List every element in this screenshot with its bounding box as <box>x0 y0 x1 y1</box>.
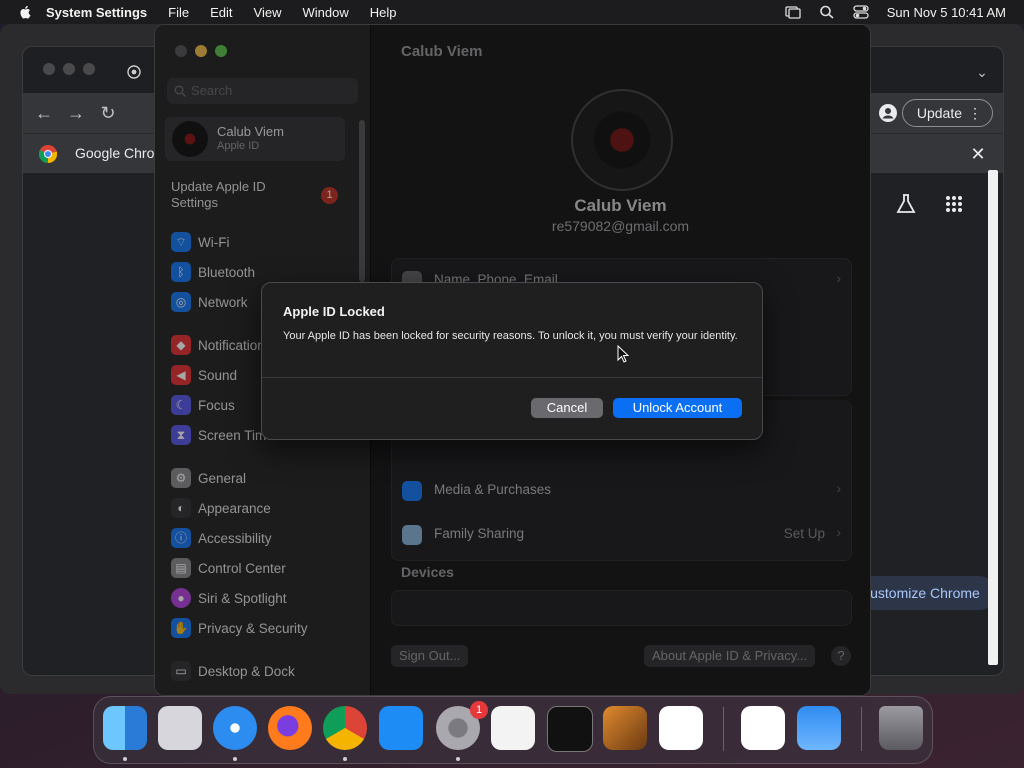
customize-label: Customize Chrome <box>860 585 980 601</box>
running-indicator <box>343 757 347 761</box>
menu-edit[interactable]: Edit <box>210 5 232 20</box>
profile-icon[interactable] <box>879 104 897 122</box>
control-center-icon[interactable] <box>853 5 869 19</box>
menu-app-name[interactable]: System Settings <box>46 5 147 20</box>
chrome-tab-favicon-icon <box>127 65 141 79</box>
back-arrow-icon[interactable]: ← <box>35 104 53 122</box>
menu-window[interactable]: Window <box>302 5 348 20</box>
finder-icon[interactable] <box>103 706 147 750</box>
window-minimize-button[interactable] <box>63 63 75 75</box>
visual-studio-icon[interactable] <box>741 706 785 750</box>
dock-divider <box>723 707 724 751</box>
app-store-icon[interactable] <box>379 706 423 750</box>
dialog-divider <box>262 377 762 378</box>
vscode-icon[interactable] <box>659 706 703 750</box>
chrome-scrollbar[interactable] <box>988 170 998 665</box>
cancel-button[interactable]: Cancel <box>531 398 603 418</box>
reload-icon[interactable]: ↻ <box>99 104 117 122</box>
firefox-icon[interactable] <box>268 706 312 750</box>
spotlight-search-icon[interactable] <box>819 5 835 19</box>
running-indicator <box>456 757 460 761</box>
labs-flask-icon[interactable] <box>895 193 917 215</box>
chrome-update-button[interactable]: Update ⋮ <box>901 99 993 127</box>
apple-menu-icon[interactable] <box>18 5 32 19</box>
trash-icon[interactable] <box>879 706 923 750</box>
menu-bar: System Settings File Edit View Window He… <box>0 0 1024 24</box>
menu-file[interactable]: File <box>168 5 189 20</box>
notification-badge: 1 <box>470 701 488 719</box>
dock-divider <box>861 707 862 751</box>
window-close-button[interactable] <box>43 63 55 75</box>
more-menu-icon: ⋮ <box>968 105 982 121</box>
window-zoom-button[interactable] <box>83 63 95 75</box>
google-chrome-logo-icon <box>39 145 57 163</box>
launchpad-icon[interactable] <box>158 706 202 750</box>
running-indicator <box>233 757 237 761</box>
safari-icon[interactable] <box>213 706 257 750</box>
chrome-icon[interactable] <box>323 706 367 750</box>
apps-grid-icon[interactable] <box>945 195 963 213</box>
clock[interactable]: Sun Nov 5 10:41 AM <box>887 5 1006 20</box>
tab-search-chevron-icon[interactable]: ⌄ <box>973 63 991 81</box>
textedit-icon[interactable] <box>491 706 535 750</box>
dock: 1 <box>93 696 933 764</box>
dialog-title: Apple ID Locked <box>283 304 385 319</box>
forward-arrow-icon[interactable]: → <box>67 104 85 122</box>
screen-mirroring-icon[interactable] <box>785 5 801 19</box>
weather-icon[interactable] <box>797 706 841 750</box>
banner-close-icon[interactable]: ✕ <box>969 145 987 163</box>
garageband-icon[interactable] <box>603 706 647 750</box>
mouse-cursor-icon <box>617 345 629 363</box>
unlock-account-button[interactable]: Unlock Account <box>613 398 742 418</box>
menu-help[interactable]: Help <box>370 5 397 20</box>
apple-id-locked-dialog: Apple ID Locked Your Apple ID has been l… <box>261 282 763 440</box>
terminal-icon[interactable] <box>547 706 593 752</box>
update-label: Update <box>916 105 962 121</box>
dialog-message: Your Apple ID has been locked for securi… <box>283 330 738 342</box>
running-indicator <box>123 757 127 761</box>
menu-view[interactable]: View <box>254 5 282 20</box>
